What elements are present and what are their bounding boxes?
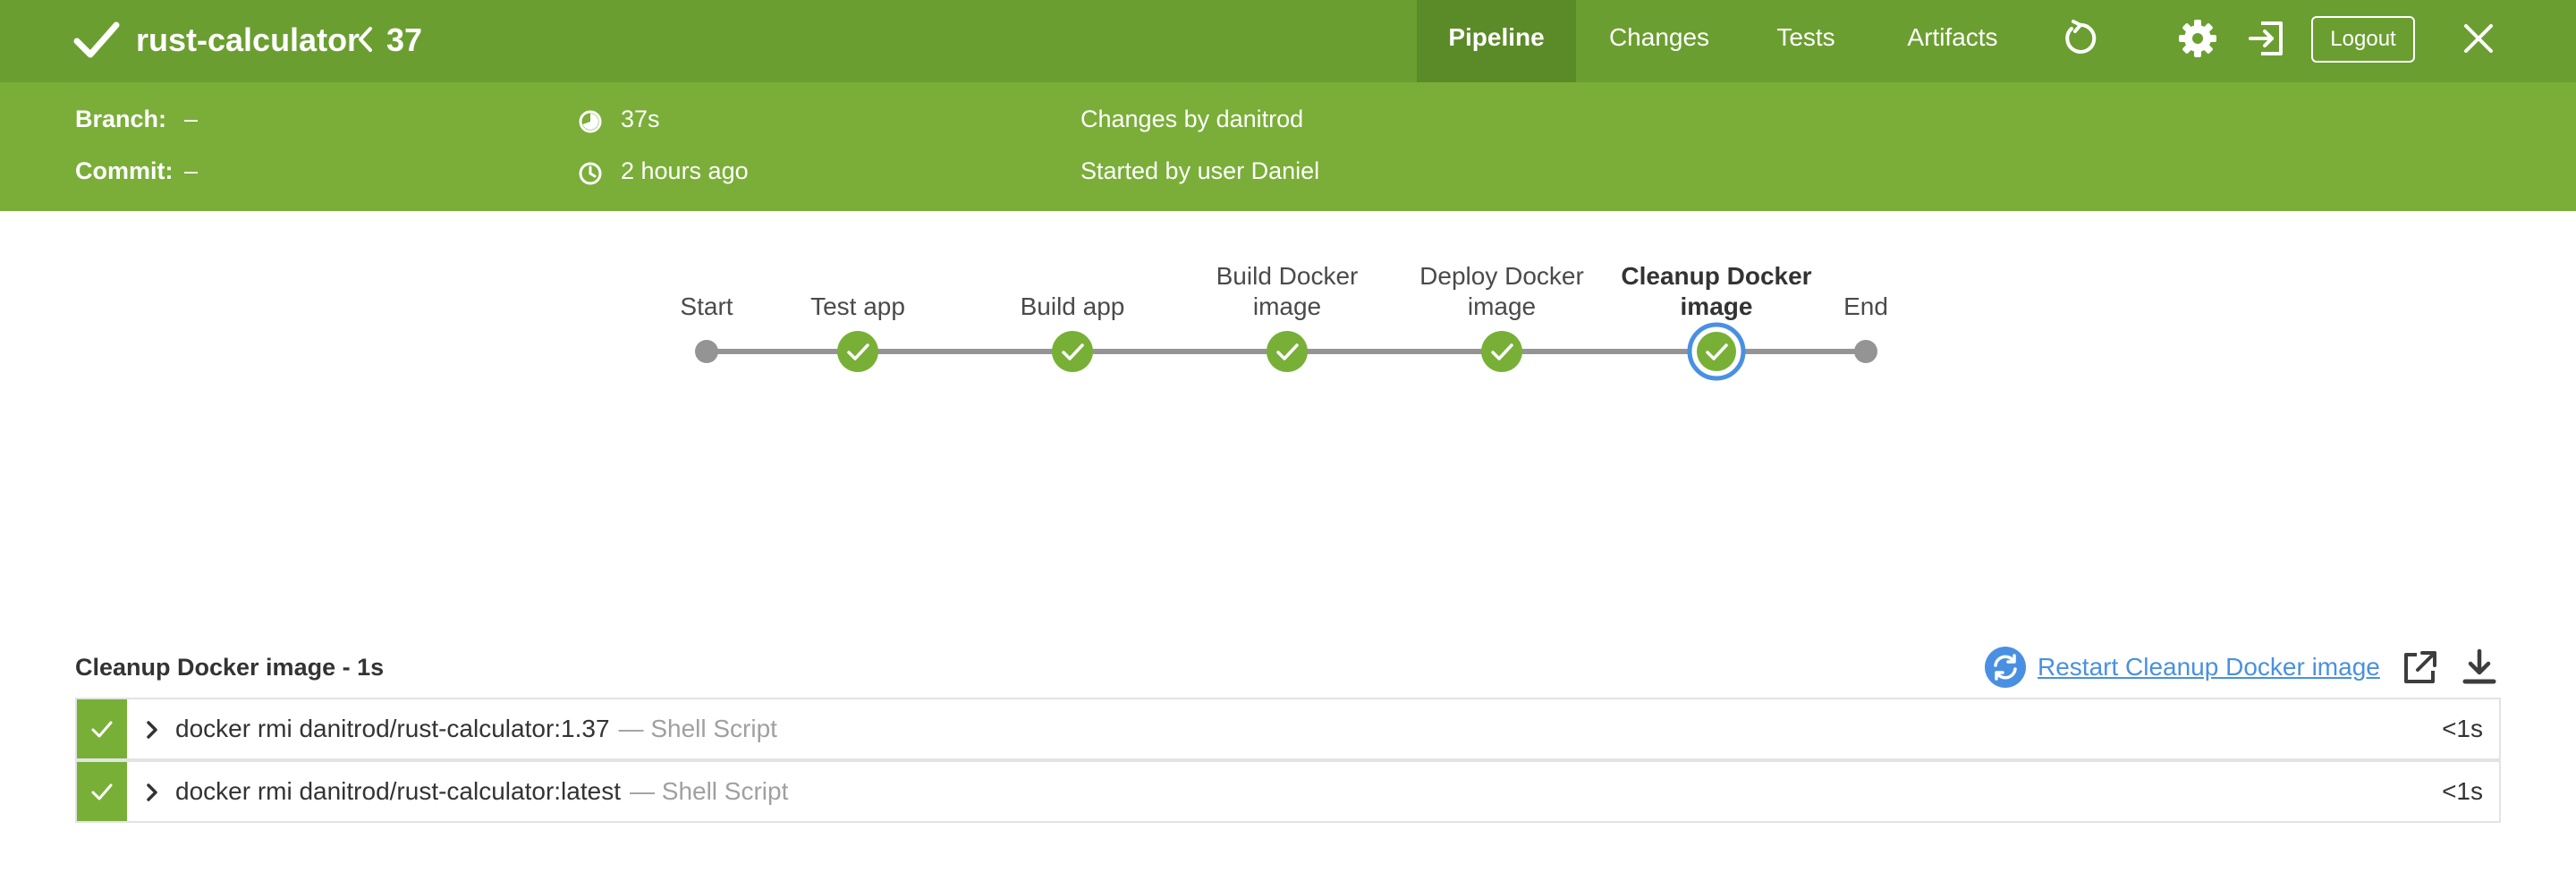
run-number: 37 — [386, 21, 423, 58]
stage-node-deploy-docker-image[interactable] — [1481, 331, 1522, 372]
tab-artifacts[interactable]: Artifacts — [1885, 0, 2020, 82]
commit-value: – — [184, 157, 199, 184]
commit-label: Commit: — [75, 157, 174, 184]
chevron-left-icon[interactable] — [356, 25, 374, 54]
stage-label-end: End — [1843, 292, 1888, 320]
pipeline-graph: Start Test app Build app Build Docker im… — [0, 211, 2576, 631]
step-command-text: docker rmi danitrod/rust-calculator:late… — [175, 777, 621, 805]
download-icon[interactable] — [2462, 648, 2497, 687]
stage-label-build-app[interactable]: Build app — [974, 292, 1171, 322]
replay-icon[interactable] — [2059, 18, 2100, 59]
tab-pipeline[interactable]: Pipeline — [1417, 0, 1576, 82]
stage-node-cleanup-docker-image[interactable] — [1687, 322, 1746, 381]
check-icon — [91, 783, 113, 800]
step-command: docker rmi danitrod/rust-calculator:late… — [175, 762, 788, 821]
job-name[interactable]: rust-calculator — [136, 20, 360, 61]
restart-stage-link[interactable]: Restart Cleanup Docker image — [2038, 651, 2380, 683]
duration-icon — [579, 110, 602, 133]
tab-tests[interactable]: Tests — [1753, 0, 1859, 82]
step-duration: <1s — [2442, 777, 2483, 805]
clock-icon — [579, 162, 602, 185]
branch-value: – — [184, 106, 199, 132]
step-row[interactable]: docker rmi danitrod/rust-calculator:late… — [75, 760, 2501, 823]
top-header: rust-calculator 37 Pipeline Changes Test… — [0, 0, 2576, 82]
step-type: — Shell Script — [618, 715, 777, 742]
chevron-right-icon[interactable] — [145, 782, 159, 803]
tab-changes[interactable]: Changes — [1590, 0, 1728, 82]
step-status-success — [77, 699, 127, 758]
start-node — [695, 340, 718, 363]
stage-label-deploy-docker-image[interactable]: Deploy Docker image — [1403, 261, 1600, 322]
changes-by: Changes by danitrod — [1080, 106, 1304, 132]
step-status-success — [77, 762, 127, 821]
gear-icon[interactable] — [2177, 18, 2218, 59]
stage-node-build-app[interactable] — [1052, 331, 1093, 372]
run-info-bar: Branch: – Commit: – 37s 2 hours ago Chan… — [0, 82, 2576, 211]
step-command-text: docker rmi danitrod/rust-calculator:1.37 — [175, 715, 610, 742]
step-duration: <1s — [2442, 715, 2483, 742]
run-duration: 37s — [621, 106, 660, 132]
chevron-right-icon[interactable] — [145, 719, 159, 741]
sign-out-icon[interactable] — [2247, 20, 2286, 57]
stage-label-test-app[interactable]: Test app — [759, 292, 956, 322]
step-row[interactable]: docker rmi danitrod/rust-calculator:1.37… — [75, 698, 2501, 760]
step-type: — Shell Script — [629, 777, 789, 805]
restart-icon[interactable] — [1984, 646, 2027, 689]
close-icon[interactable] — [2462, 21, 2496, 55]
check-icon — [73, 21, 120, 58]
logout-button[interactable]: Logout — [2311, 16, 2415, 63]
started-by: Started by user Daniel — [1080, 157, 1320, 184]
stage-node-build-docker-image[interactable] — [1267, 331, 1308, 372]
stage-log-title: Cleanup Docker image - 1s — [75, 654, 385, 681]
check-icon — [91, 721, 113, 738]
branch-label: Branch: — [75, 106, 167, 132]
started-time: 2 hours ago — [621, 157, 749, 184]
stage-node-test-app[interactable] — [837, 331, 878, 372]
open-in-new-icon[interactable] — [2401, 649, 2438, 687]
end-node — [1854, 340, 1877, 363]
step-command: docker rmi danitrod/rust-calculator:1.37… — [175, 699, 777, 758]
stage-label-build-docker-image[interactable]: Build Docker image — [1189, 261, 1385, 322]
